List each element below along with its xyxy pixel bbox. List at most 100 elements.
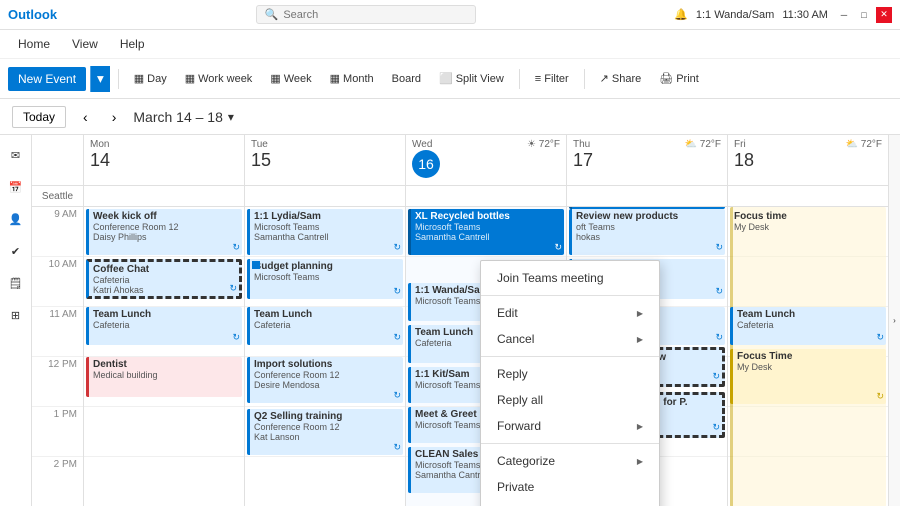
- menu-item-label: Forward: [497, 419, 541, 433]
- right-collapse-button[interactable]: ›: [888, 135, 900, 506]
- day-name-fri: Fri: [734, 139, 754, 150]
- event-title: XL Recycled bottles: [415, 211, 560, 222]
- sidebar-icon-notes[interactable]: 🗒: [4, 271, 28, 295]
- day-name-mon: Mon: [90, 139, 238, 150]
- week-button[interactable]: ▦ Week: [263, 68, 318, 89]
- left-sidebar: ✉ 📅 👤 ✔ 🗒 ⊞: [0, 135, 32, 506]
- sidebar-icon-people[interactable]: 👤: [4, 207, 28, 231]
- hour-line: [245, 457, 405, 506]
- event-coffee-chat[interactable]: Coffee Chat Cafeteria Katri Ahokas ↻: [86, 259, 242, 299]
- weather-wed: ☀ 72°F: [527, 139, 560, 150]
- search-input[interactable]: [283, 9, 463, 21]
- context-menu: Join Teams meeting Edit Cancel Reply Rep…: [480, 260, 660, 506]
- day-col-mon: Mon 14: [84, 135, 245, 185]
- work-week-icon: ▦: [185, 72, 195, 85]
- seattle-day-thu: [567, 186, 728, 206]
- event-sub: Cafeteria: [737, 320, 882, 330]
- event-title: Q2 Selling training: [254, 411, 399, 422]
- close-button[interactable]: ✕: [876, 7, 892, 23]
- event-focus-time-label[interactable]: Focus time My Desk: [730, 209, 886, 255]
- event-sub: Samantha Cantrell: [254, 232, 399, 242]
- event-focus-time-lower[interactable]: Focus Time My Desk ↻: [730, 349, 886, 404]
- today-button[interactable]: Today: [12, 106, 66, 128]
- date-range-dropdown[interactable]: ▾: [228, 110, 234, 124]
- time-display: 11:30 AM: [782, 9, 828, 21]
- event-week-kickoff[interactable]: Week kick off Conference Room 12 Daisy P…: [86, 209, 242, 255]
- menu-forward[interactable]: Forward: [481, 413, 659, 439]
- menu-join-teams[interactable]: Join Teams meeting: [481, 265, 659, 291]
- event-team-lunch-mon[interactable]: Team Lunch Cafeteria ↻: [86, 307, 242, 345]
- work-week-button[interactable]: ▦ Work week: [178, 68, 260, 89]
- filter-button[interactable]: ≡ Filter: [528, 69, 576, 89]
- search-bar[interactable]: 🔍: [256, 5, 476, 24]
- weather-thu: ⛅ 72°F: [685, 139, 721, 150]
- minimize-button[interactable]: ─: [836, 7, 852, 23]
- seattle-row: Seattle: [32, 186, 888, 207]
- hour-line: [84, 457, 244, 506]
- ribbon: Home View Help New Event ▾ ▦ Day ▦ Work …: [0, 30, 900, 99]
- dot-indicator: [252, 261, 260, 269]
- new-event-button[interactable]: New Event: [8, 67, 86, 91]
- tab-view[interactable]: View: [62, 33, 108, 55]
- calendar-header: Today ‹ › March 14 – 18 ▾: [0, 99, 900, 135]
- menu-edit[interactable]: Edit: [481, 300, 659, 326]
- split-view-button[interactable]: ⬜ Split View: [432, 68, 511, 89]
- event-q2-selling[interactable]: Q2 Selling training Conference Room 12 K…: [247, 409, 403, 455]
- event-lydia-sam[interactable]: 1:1 Lydia/Sam Microsoft Teams Samantha C…: [247, 209, 403, 255]
- grid-day-tue[interactable]: 1:1 Lydia/Sam Microsoft Teams Samantha C…: [245, 207, 406, 506]
- day-view-button[interactable]: ▦ Day: [127, 68, 174, 89]
- notification-icon[interactable]: 🔔: [674, 8, 688, 21]
- menu-item-label: Join Teams meeting: [497, 271, 604, 285]
- menu-cancel[interactable]: Cancel: [481, 326, 659, 352]
- event-dentist[interactable]: Dentist Medical building: [86, 357, 242, 397]
- seattle-day-tue: [245, 186, 406, 206]
- split-view-icon: ⬜: [439, 72, 453, 85]
- grid-day-mon[interactable]: Week kick off Conference Room 12 Daisy P…: [84, 207, 245, 506]
- nav-next-button[interactable]: ›: [105, 105, 124, 129]
- nav-prev-button[interactable]: ‹: [76, 105, 95, 129]
- menu-reply-all[interactable]: Reply all: [481, 387, 659, 413]
- sidebar-icon-tasks[interactable]: ✔: [4, 239, 28, 263]
- tab-home[interactable]: Home: [8, 33, 60, 55]
- sidebar-icon-apps[interactable]: ⊞: [4, 303, 28, 327]
- title-bar-right: 🔔 1:1 Wanda/Sam 11:30 AM ─ □ ✕: [674, 7, 892, 23]
- recur-icon: ↻: [876, 391, 884, 402]
- event-review-products[interactable]: Review new products oft Teams hokas ↻: [569, 209, 725, 255]
- menu-private[interactable]: Private: [481, 474, 659, 500]
- print-button[interactable]: 🖨 Print: [652, 68, 706, 89]
- event-sub: Kat Lanson: [254, 432, 399, 442]
- time-slot-9am: 9 AM: [32, 207, 83, 257]
- maximize-button[interactable]: □: [856, 7, 872, 23]
- menu-item-label: Reply all: [497, 393, 543, 407]
- event-sub: oft Teams: [576, 222, 721, 232]
- event-import-solutions[interactable]: Import solutions Conference Room 12 Desi…: [247, 357, 403, 403]
- share-button[interactable]: ↗ Share: [593, 68, 649, 89]
- day-label: Day: [147, 73, 167, 85]
- event-sub: Microsoft Teams: [415, 222, 560, 232]
- weather-icon-fri: ⛅: [846, 139, 858, 150]
- recur-icon: ↻: [393, 286, 401, 297]
- menu-separator: [481, 356, 659, 357]
- time-slot-2pm: 2 PM: [32, 457, 83, 506]
- day-icon: ▦: [134, 72, 144, 85]
- month-button[interactable]: ▦ Month: [323, 68, 381, 89]
- sidebar-icon-mail[interactable]: ✉: [4, 143, 28, 167]
- menu-categorize[interactable]: Categorize: [481, 448, 659, 474]
- event-title: Team Lunch: [93, 309, 238, 320]
- event-team-lunch-tue[interactable]: Team Lunch Cafeteria ↻: [247, 307, 403, 345]
- event-sub: Microsoft Teams: [254, 222, 399, 232]
- menu-separator: [481, 295, 659, 296]
- sidebar-icon-calendar[interactable]: 📅: [4, 175, 28, 199]
- board-button[interactable]: Board: [385, 69, 428, 89]
- new-event-dropdown[interactable]: ▾: [90, 66, 110, 92]
- menu-reply[interactable]: Reply: [481, 361, 659, 387]
- ribbon-toolbar: New Event ▾ ▦ Day ▦ Work week ▦ Week ▦ M…: [0, 58, 900, 98]
- tab-help[interactable]: Help: [110, 33, 155, 55]
- grid-day-fri[interactable]: Focus time My Desk Team Lunch Cafeteria …: [728, 207, 888, 506]
- day-num-fri: 18: [734, 150, 754, 171]
- event-xl-recycled[interactable]: XL Recycled bottles Microsoft Teams Sama…: [408, 209, 564, 255]
- title-bar-left: Outlook: [8, 7, 57, 22]
- event-budget-planning[interactable]: Budget planning Microsoft Teams ↻: [247, 259, 403, 299]
- event-team-lunch-fri[interactable]: Team Lunch Cafeteria ↻: [730, 307, 886, 345]
- days-header: Mon 14 Tue 15 Wed 16 ☀ 72°F: [32, 135, 888, 186]
